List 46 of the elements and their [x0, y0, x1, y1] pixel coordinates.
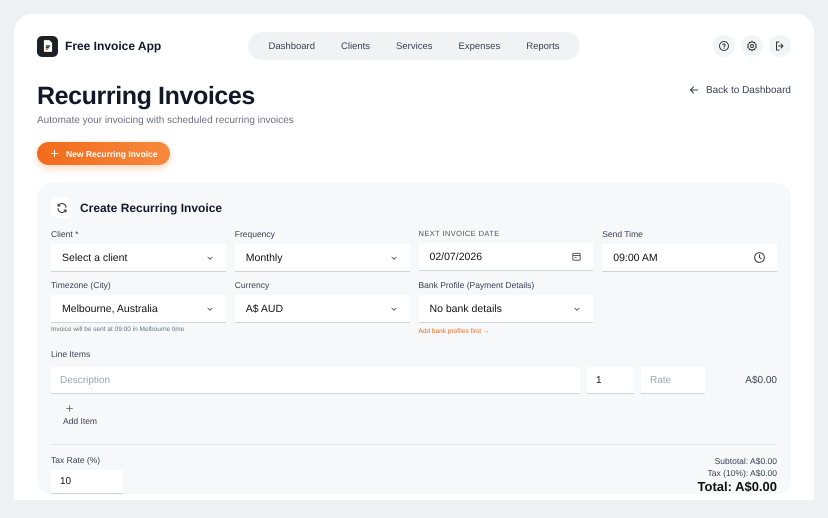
- description-field[interactable]: Description: [51, 367, 580, 394]
- nav-link[interactable]: Reports: [513, 40, 572, 52]
- settings-button[interactable]: [741, 35, 763, 57]
- quantity-field[interactable]: 1: [587, 367, 634, 394]
- select-field[interactable]: Melbourne, Australia: [51, 295, 226, 323]
- clock-icon: [753, 251, 766, 264]
- add-item-button[interactable]: Add Item: [51, 394, 110, 426]
- form-title: Create Recurring Invoice: [80, 200, 222, 214]
- settings-icon: [746, 40, 758, 52]
- line-amount: A$0.00: [744, 375, 777, 386]
- nav-link[interactable]: Expenses: [445, 40, 514, 52]
- arrow-left-icon: [688, 84, 700, 96]
- select-field[interactable]: A$ AUD: [234, 295, 410, 323]
- total-text: Total: A$0.00: [698, 479, 777, 494]
- app-name: Free Invoice App: [65, 39, 162, 53]
- select-field[interactable]: Monthly: [234, 244, 410, 272]
- calendar-icon: [571, 251, 582, 262]
- nav-link[interactable]: Clients: [328, 40, 384, 52]
- page-title: Recurring Invoices: [37, 81, 256, 112]
- tax-rate-label: Tax Rate (%): [51, 455, 102, 465]
- field-label: Timezone (City): [51, 280, 112, 290]
- tax-amount-text: Tax (10%): A$0.00: [706, 467, 777, 479]
- select-field[interactable]: No bank details: [418, 295, 594, 323]
- select-field[interactable]: Select a client: [51, 244, 226, 272]
- nav-link[interactable]: Dashboard: [256, 40, 328, 52]
- field-label: Client *: [51, 229, 80, 239]
- logout-button[interactable]: [769, 35, 791, 57]
- help-icon: [718, 40, 730, 52]
- field-label: Send Time: [602, 229, 644, 239]
- field-label: Frequency: [234, 229, 276, 239]
- field-label: Currency: [234, 280, 270, 290]
- plus-icon: [65, 404, 74, 413]
- line-items-label: Line Items: [51, 349, 92, 359]
- field-label: Bank Profile (Payment Details): [418, 280, 536, 290]
- help-button[interactable]: [713, 35, 735, 57]
- logout-icon: [774, 40, 786, 52]
- back-link[interactable]: Back to Dashboard: [688, 84, 791, 96]
- time-field[interactable]: 09:00 AM: [602, 244, 777, 272]
- tax-rate-field[interactable]: 10: [51, 470, 123, 494]
- page-subtitle: Automate your invoicing with scheduled recurring invoices: [37, 115, 294, 126]
- rate-field[interactable]: Rate: [641, 367, 705, 394]
- nav-link[interactable]: Services: [383, 40, 446, 52]
- plus-icon: [49, 148, 60, 159]
- subtotal-text: Subtotal: A$0.00: [714, 455, 777, 467]
- refresh-arrows-icon: [56, 202, 68, 214]
- date-field[interactable]: 02/07/2026: [418, 243, 594, 271]
